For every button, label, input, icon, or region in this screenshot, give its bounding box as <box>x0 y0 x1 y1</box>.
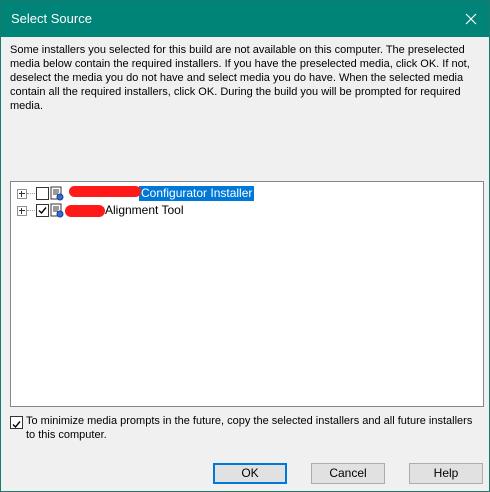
tree-item[interactable]: Alignment Tool <box>17 203 417 219</box>
cancel-button[interactable]: Cancel <box>311 463 385 484</box>
close-button[interactable] <box>453 1 489 37</box>
close-icon <box>465 13 477 25</box>
help-button[interactable]: Help <box>409 463 483 484</box>
redaction-mark <box>69 186 141 197</box>
copy-installers-checkbox[interactable] <box>10 416 23 429</box>
redaction-mark <box>65 205 105 217</box>
checkmark-icon <box>38 207 47 215</box>
media-icon <box>50 186 64 201</box>
expand-icon[interactable] <box>17 206 27 216</box>
tree-item[interactable]: Configurator Installer <box>17 186 417 202</box>
select-source-dialog: Select Source Some installers you select… <box>0 0 490 492</box>
tree-item-label[interactable]: Configurator Installer <box>139 186 255 201</box>
copy-installers-label[interactable]: To minimize media prompts in the future,… <box>26 414 481 442</box>
tree-connector <box>27 210 35 211</box>
ok-button[interactable]: OK <box>213 463 287 484</box>
expand-icon[interactable] <box>17 189 27 199</box>
checkmark-icon <box>12 421 21 429</box>
media-icon <box>50 203 64 218</box>
media-checkbox[interactable] <box>36 204 49 217</box>
instructions-text: Some installers you selected for this bu… <box>10 44 470 112</box>
media-tree[interactable]: Configurator Installer Alignment Tool <box>10 181 484 407</box>
tree-item-label[interactable]: Alignment Tool <box>103 203 186 218</box>
tree-connector <box>27 193 35 194</box>
dialog-title: Select Source <box>11 11 92 26</box>
media-checkbox[interactable] <box>36 187 49 200</box>
title-bar[interactable]: Select Source <box>1 1 489 37</box>
